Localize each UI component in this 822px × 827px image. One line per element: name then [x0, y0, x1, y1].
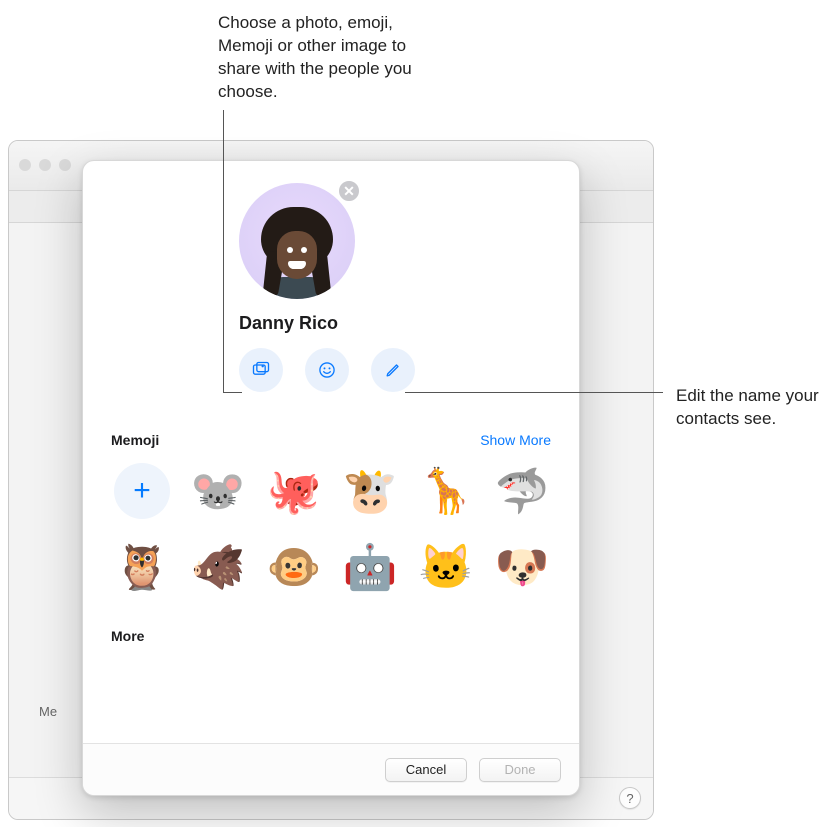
- memoji-mouse[interactable]: 🐭: [187, 460, 249, 522]
- share-name-photo-sheet: ✕ Danny Rico: [82, 160, 580, 796]
- avatar-image: [239, 183, 355, 299]
- memoji-giraffe[interactable]: 🦒: [415, 460, 477, 522]
- done-button: Done: [479, 758, 561, 782]
- memoji-cow[interactable]: 🐮: [339, 460, 401, 522]
- callout-edit-name-description: Edit the name your contacts see.: [676, 385, 822, 431]
- cancel-button[interactable]: Cancel: [385, 758, 467, 782]
- memoji-robot[interactable]: 🤖: [339, 536, 401, 598]
- memoji-monkey[interactable]: 🐵: [263, 536, 325, 598]
- memoji-octopus[interactable]: 🐙: [263, 460, 325, 522]
- memoji-cat[interactable]: 🐱: [415, 536, 477, 598]
- callout-line: [405, 392, 663, 393]
- display-name: Danny Rico: [239, 313, 551, 334]
- emoji-icon: [317, 360, 337, 380]
- remove-avatar-button[interactable]: ✕: [337, 179, 361, 203]
- window-controls[interactable]: [19, 159, 71, 171]
- photos-icon: [251, 360, 271, 380]
- sheet-footer: Cancel Done: [83, 743, 579, 795]
- add-memoji-button[interactable]: +: [111, 460, 173, 522]
- memoji-shark[interactable]: 🦈: [491, 460, 553, 522]
- close-icon: ✕: [343, 183, 355, 200]
- help-button[interactable]: ?: [619, 787, 641, 809]
- callout-line: [223, 392, 242, 393]
- more-section-title: More: [111, 628, 551, 644]
- zoom-window-icon[interactable]: [59, 159, 71, 171]
- memoji-dog[interactable]: 🐶: [491, 536, 553, 598]
- memoji-owl[interactable]: 🦉: [111, 536, 173, 598]
- close-window-icon[interactable]: [19, 159, 31, 171]
- edit-icon: [383, 360, 403, 380]
- choose-photo-button[interactable]: [239, 348, 283, 392]
- choose-emoji-button[interactable]: [305, 348, 349, 392]
- me-label: Me: [39, 704, 57, 719]
- callout-line: [223, 110, 224, 392]
- profile-avatar[interactable]: ✕: [239, 183, 355, 299]
- edit-name-button[interactable]: [371, 348, 415, 392]
- memoji-grid: + 🐭🐙🐮🦒🦈 🦉🐗🐵🤖🐱🐶: [111, 460, 551, 598]
- plus-icon: +: [114, 463, 170, 519]
- callout-photo-description: Choose a photo, emoji, Memoji or other i…: [218, 12, 448, 104]
- memoji-boar[interactable]: 🐗: [187, 536, 249, 598]
- action-row: [239, 348, 551, 392]
- memoji-section-title: Memoji: [111, 432, 159, 448]
- show-more-memoji-link[interactable]: Show More: [480, 432, 551, 448]
- minimize-window-icon[interactable]: [39, 159, 51, 171]
